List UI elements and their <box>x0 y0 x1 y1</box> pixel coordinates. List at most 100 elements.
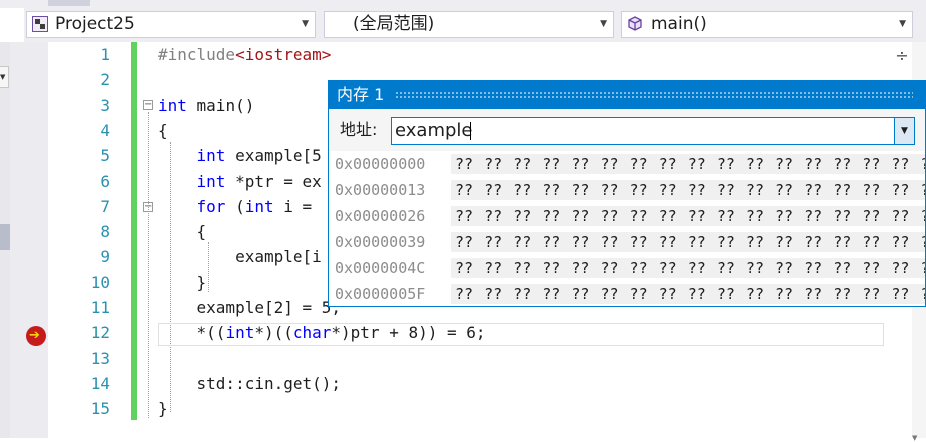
code-line[interactable]: int main() <box>158 93 254 118</box>
line-number: 11 <box>90 298 110 317</box>
line-number: 5 <box>100 146 110 166</box>
project-dropdown[interactable]: Project25 ▼ <box>26 11 316 38</box>
chevron-down-icon[interactable]: ▼ <box>894 118 914 144</box>
memory-address: 0x00000000 <box>335 155 426 173</box>
project-name: Project25 <box>55 14 135 34</box>
scroll-arrow-icon[interactable]: ▼ <box>912 434 917 442</box>
memory-window-title: 内存 1 <box>337 85 385 104</box>
titlebar-grip[interactable] <box>395 91 913 99</box>
cube-icon <box>628 16 642 31</box>
memory-address: 0x00000039 <box>335 233 426 251</box>
line-number: 12 <box>90 323 110 343</box>
code-line[interactable]: example[2] = 5; <box>158 295 342 320</box>
code-line[interactable]: *((int*)((char*)ptr + 8)) = 6; <box>158 320 486 345</box>
memory-window: 内存 1 地址: example ▼ 0x00000000 ?? ?? ?? ??… <box>328 80 926 307</box>
memory-bytes[interactable]: ?? ?? ?? ?? ?? ?? ?? ?? ?? ?? ?? ?? ?? ?… <box>451 206 925 226</box>
line-number: 10 <box>90 272 110 292</box>
code-line[interactable]: #include<iostream> <box>158 42 331 67</box>
code-line[interactable]: } <box>158 270 207 295</box>
memory-address: 0x0000004C <box>335 259 426 277</box>
memory-bytes[interactable]: ?? ?? ?? ?? ?? ?? ?? ?? ?? ?? ?? ?? ?? ?… <box>451 232 925 252</box>
memory-row[interactable]: 0x00000039 ?? ?? ?? ?? ?? ?? ?? ?? ?? ?? … <box>329 229 925 255</box>
memory-bytes[interactable]: ?? ?? ?? ?? ?? ?? ?? ?? ?? ?? ?? ?? ?? ?… <box>451 154 925 174</box>
memory-address: 0x00000026 <box>335 207 426 225</box>
line-number: 9 <box>100 247 110 267</box>
code-token: *)(( <box>254 323 293 343</box>
code-token: example[i <box>158 247 322 267</box>
address-value: example <box>395 120 473 141</box>
memory-window-titlebar[interactable]: 内存 1 <box>329 81 925 109</box>
code-token: *(( <box>158 323 226 343</box>
code-token: <iostream> <box>235 45 332 64</box>
memory-address: 0x0000005F <box>335 285 426 303</box>
split-window-icon[interactable]: ÷ <box>892 46 912 66</box>
chevron-down-icon: ▼ <box>899 19 906 29</box>
code-line[interactable]: } <box>158 396 168 421</box>
memory-bytes[interactable]: ?? ?? ?? ?? ?? ?? ?? ?? ?? ?? ?? ?? ?? ?… <box>451 180 925 200</box>
function-dropdown[interactable]: main() ▼ <box>621 11 913 38</box>
code-token: } <box>158 399 168 419</box>
memory-bytes[interactable]: ?? ?? ?? ?? ?? ?? ?? ?? ?? ?? ?? ?? ?? ?… <box>451 258 925 278</box>
line-number: 1 <box>100 45 110 64</box>
line-number: 15 <box>90 399 110 419</box>
line-number: 4 <box>100 120 110 140</box>
function-name: main() <box>651 14 707 34</box>
code-token: ( <box>225 196 245 216</box>
left-tool-strip: ▼ <box>0 42 10 438</box>
change-tracking-bar <box>131 42 137 420</box>
scope-label: (全局范围) <box>353 14 435 34</box>
address-label: 地址: <box>340 120 378 139</box>
text-caret <box>470 122 471 140</box>
code-line[interactable]: for (int i = <box>158 194 322 219</box>
address-input[interactable]: example ▼ <box>391 117 915 145</box>
indicator-margin[interactable] <box>10 42 48 438</box>
scope-dropdown[interactable]: (全局范围) ▼ <box>324 11 614 38</box>
outline-guide <box>148 112 149 418</box>
code-line[interactable]: std::cin.get(); <box>158 371 342 396</box>
code-token: i = <box>273 196 322 216</box>
line-number: 2 <box>100 70 110 90</box>
code-token: main() <box>186 95 255 115</box>
memory-row[interactable]: 0x0000004C ?? ?? ?? ?? ?? ?? ?? ?? ?? ?? … <box>329 255 925 281</box>
code-line[interactable]: int *ptr = ex <box>158 169 322 194</box>
code-token: char <box>292 323 332 343</box>
line-number: 6 <box>100 171 110 191</box>
code-line[interactable]: example[i <box>158 244 322 269</box>
memory-row[interactable]: 0x00000000 ?? ?? ?? ?? ?? ?? ?? ?? ?? ?? … <box>329 151 925 177</box>
tab-fragment[interactable] <box>48 0 90 6</box>
line-number: 14 <box>90 373 110 393</box>
memory-row[interactable]: 0x00000013 ?? ?? ?? ?? ?? ?? ?? ?? ?? ?? … <box>329 177 925 203</box>
code-token: example[2] = 5; <box>158 298 342 317</box>
left-panel-tab[interactable] <box>0 224 10 250</box>
code-line[interactable]: { <box>158 118 168 143</box>
code-token: } <box>158 272 207 292</box>
code-token: int <box>196 171 226 191</box>
memory-address: 0x00000013 <box>335 181 426 199</box>
code-token: int <box>158 95 187 115</box>
code-line[interactable]: int example[5 <box>158 143 322 168</box>
memory-bytes[interactable]: ?? ?? ?? ?? ?? ?? ?? ?? ?? ?? ?? ?? ?? ?… <box>451 284 925 304</box>
top-strip <box>0 0 926 8</box>
memory-row[interactable]: 0x0000005F ?? ?? ?? ?? ?? ?? ?? ?? ?? ?? … <box>329 281 925 307</box>
collapse-toggle-main[interactable]: − <box>143 100 153 110</box>
code-token: int <box>244 196 274 216</box>
code-token: int <box>196 146 226 166</box>
code-line[interactable]: { <box>158 219 207 244</box>
address-bar: 地址: example ▼ <box>329 109 925 151</box>
line-number: 8 <box>100 222 110 242</box>
code-token: { <box>158 222 207 242</box>
breakpoint-current-line-icon[interactable] <box>26 326 46 346</box>
project-icon <box>32 16 48 32</box>
code-token: #include <box>158 45 236 64</box>
code-token: { <box>158 120 168 140</box>
code-token: example[5 <box>225 146 322 166</box>
line-number: 13 <box>90 348 110 368</box>
memory-row[interactable]: 0x00000026 ?? ?? ?? ?? ?? ?? ?? ?? ?? ?? … <box>329 203 925 229</box>
left-dropdown-fragment[interactable]: ▼ <box>0 66 9 88</box>
code-token: for <box>196 196 226 216</box>
line-number: 3 <box>100 95 110 115</box>
code-token: *)ptr + 8)) = 6; <box>331 323 486 343</box>
